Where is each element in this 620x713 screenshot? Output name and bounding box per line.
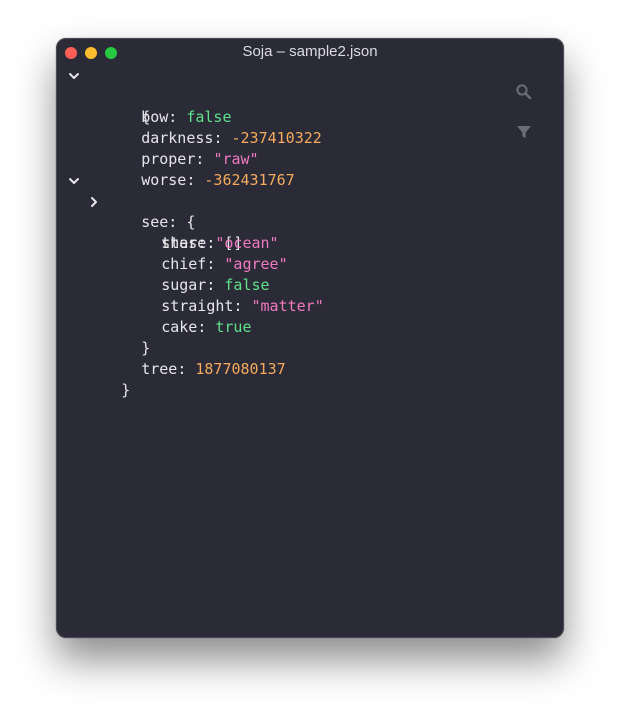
chevron-right-icon[interactable] [87, 191, 101, 212]
tree-row-bow[interactable]: bow: false [67, 86, 324, 126]
tree-row-chief[interactable]: chief: "agree" [67, 233, 324, 273]
json-tree: { bow: false darkness: -237410322 proper… [67, 65, 324, 399]
tree-row-root-close: } [67, 359, 324, 399]
window-title: Soja – sample2.json [242, 43, 378, 60]
chevron-down-icon[interactable] [67, 65, 81, 86]
filter-icon[interactable] [515, 123, 533, 141]
root-close-brace: } [121, 381, 131, 399]
chevron-down-icon[interactable] [67, 170, 81, 191]
tree-row-see-close: } [67, 317, 324, 357]
app-window: Soja – sample2.json { bow: false darknes… [56, 38, 564, 638]
tree-row-these[interactable]: these: [] [67, 191, 324, 252]
tree-row-proper[interactable]: proper: "raw" [67, 128, 324, 168]
tree-row-worse[interactable]: worse: -362431767 [67, 149, 324, 189]
tree-row-darkness[interactable]: darkness: -237410322 [67, 107, 324, 147]
tree-row-tree[interactable]: tree: 1877080137 [67, 338, 324, 378]
tree-row-straight[interactable]: straight: "matter" [67, 275, 324, 315]
search-icon[interactable] [515, 83, 533, 101]
tree-row-star[interactable]: star: "ocean" [67, 212, 324, 252]
tree-row-see[interactable]: see: { [67, 170, 324, 231]
tree-row-root: { [67, 65, 324, 126]
tree-row-sugar[interactable]: sugar: false [67, 254, 324, 294]
tree-row-cake[interactable]: cake: true [67, 296, 324, 336]
toolbar [515, 83, 535, 163]
title-bar[interactable]: Soja – sample2.json [57, 39, 563, 65]
